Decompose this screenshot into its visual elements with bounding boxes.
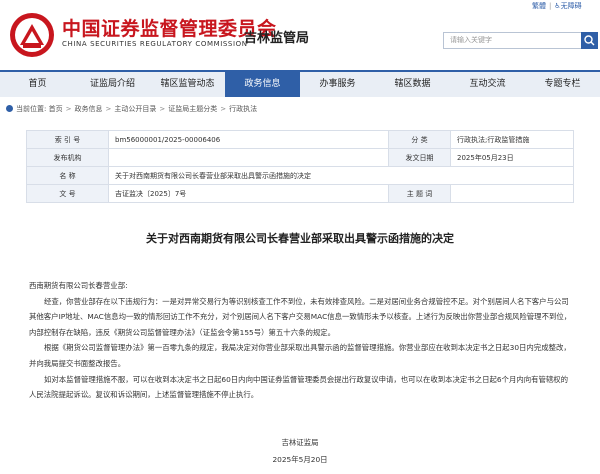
traditional-link[interactable]: 繁體 (532, 1, 546, 11)
top-links: 繁體 | ♿无障碍 (532, 1, 582, 11)
site-header: 中国证券监督管理委员会 CHINA SECURITIES REGULATORY … (0, 0, 600, 70)
paragraph-decision: 根据《期货公司监督管理办法》第一百零九条的规定，我局决定对你营业部采取出具警示函… (29, 343, 571, 368)
table-row: 名 称 关于对西南期货有限公司长春营业部采取出具警示函措施的决定 (26, 166, 574, 185)
nav-government-info[interactable]: 政务信息 (225, 72, 300, 97)
location-icon (6, 105, 13, 112)
search-icon (584, 35, 595, 46)
index-label: 索 引 号 (26, 130, 109, 149)
docno-label: 文 号 (26, 184, 109, 203)
nav-services[interactable]: 办事服务 (300, 72, 375, 97)
org-name-en: CHINA SECURITIES REGULATORY COMMISSION (62, 40, 248, 48)
issuer-label: 发布机构 (26, 148, 109, 167)
subject-value (450, 184, 574, 203)
category-value: 行政执法;行政监管措施 (450, 130, 574, 149)
nav-home[interactable]: 首页 (0, 72, 75, 97)
breadcrumb-prefix: 当前位置: (16, 105, 47, 113)
csrc-emblem-icon[interactable] (9, 12, 55, 58)
issuer-value (108, 148, 389, 167)
category-label: 分 类 (388, 130, 451, 149)
main-nav: 首页 证监局介绍 辖区监管动态 政务信息 办事服务 辖区数据 互动交流 专题专栏 (0, 70, 600, 97)
nav-interaction[interactable]: 互动交流 (450, 72, 525, 97)
sign-date: 2025年5月20日 (272, 455, 328, 464)
name-value: 关于对西南期货有限公司长春营业部采取出具警示函措施的决定 (108, 166, 574, 185)
breadcrumb: 当前位置: 首页 > 政务信息 > 主动公开目录 > 证监局主题分类 > 行政执法 (0, 101, 600, 117)
accessibility-link[interactable]: 无障碍 (561, 1, 582, 11)
breadcrumb-item[interactable]: 政务信息 (74, 105, 102, 113)
signer: 吉林证监局 (281, 438, 319, 447)
document-meta-table: 索 引 号 bm56000001/2025-00006406 分 类 行政执法;… (26, 130, 574, 203)
document-body: 西南期货有限公司长春营业部: 经查，你营业部存在以下违规行为：一是对异常交易行为… (29, 278, 574, 403)
breadcrumb-item[interactable]: 首页 (49, 105, 63, 113)
docno-value: 吉证监决〔2025〕7号 (108, 184, 389, 203)
search-button[interactable] (581, 32, 598, 49)
nav-special-topics[interactable]: 专题专栏 (525, 72, 600, 97)
bureau-name: 吉林监管局 (244, 31, 310, 46)
breadcrumb-item[interactable]: 主动公开目录 (114, 105, 156, 113)
addressee: 西南期货有限公司长春营业部: (29, 281, 128, 290)
nav-regional-data[interactable]: 辖区数据 (375, 72, 450, 97)
nav-bureau-intro[interactable]: 证监局介绍 (75, 72, 150, 97)
nav-regulatory-news[interactable]: 辖区监管动态 (150, 72, 225, 97)
date-value: 2025年05月23日 (450, 148, 574, 167)
table-row: 索 引 号 bm56000001/2025-00006406 分 类 行政执法;… (26, 130, 574, 149)
table-row: 文 号 吉证监决〔2025〕7号 主 题 词 (26, 184, 574, 203)
paragraph-appeal: 如对本监督管理措施不服，可以在收到本决定书之日起60日内向中国证券监督管理委员会… (29, 374, 569, 400)
breadcrumb-item[interactable]: 证监局主题分类 (168, 105, 217, 113)
index-value: bm56000001/2025-00006406 (108, 130, 389, 149)
date-label: 发文日期 (388, 148, 451, 167)
document-title: 关于对西南期货有限公司长春营业部采取出具警示函措施的决定 (146, 232, 454, 245)
paragraph-findings: 经查，你营业部存在以下违规行为：一是对异常交易行为等识别核查工作不到位，未有效排… (29, 296, 572, 337)
breadcrumb-item[interactable]: 行政执法 (229, 105, 257, 113)
search-input[interactable]: 请输入关键字 (443, 32, 583, 49)
table-row: 发布机构 发文日期 2025年05月23日 (26, 148, 574, 167)
subject-label: 主 题 词 (388, 184, 451, 203)
name-label: 名 称 (26, 166, 109, 185)
